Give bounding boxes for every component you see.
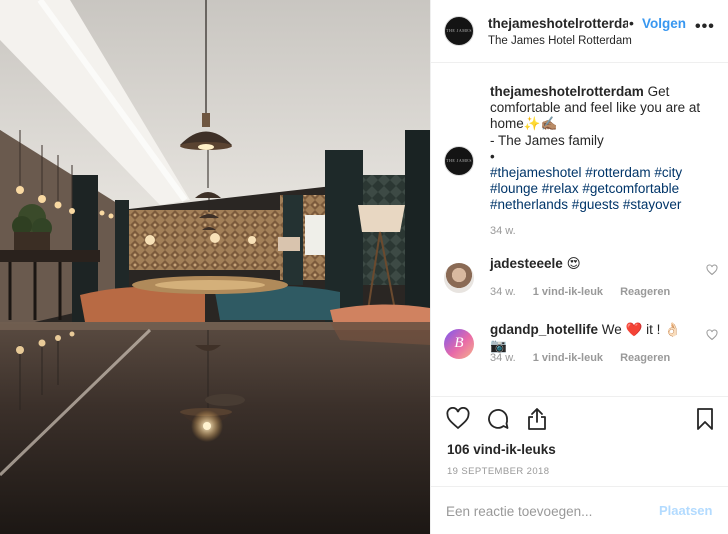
- small-heart-icon[interactable]: [706, 264, 718, 276]
- post-actions: 106 vind-ik-leuks 19 SEPTEMBER 2018: [431, 396, 728, 486]
- comment-time[interactable]: 34 w.: [490, 352, 516, 364]
- comment: gdandp_hotellife We ❤️ it ! 👌🏻📷: [490, 322, 690, 354]
- comment-likes[interactable]: 1 vind-ik-leuk: [533, 352, 603, 364]
- small-heart-icon[interactable]: [706, 329, 718, 341]
- more-options-button[interactable]: •••: [695, 18, 715, 36]
- share-icon[interactable]: [525, 407, 549, 431]
- comment: jadesteeele 😍: [490, 256, 690, 272]
- caption-avatar[interactable]: THE JAMES: [444, 146, 474, 176]
- caption-timestamp[interactable]: 34 w.: [490, 225, 516, 237]
- post-date[interactable]: 19 SEPTEMBER 2018: [447, 466, 549, 477]
- add-comment-bar: Plaatsen: [431, 486, 728, 534]
- comment-time[interactable]: 34 w.: [490, 286, 516, 298]
- restaurant-interior-image: [0, 0, 430, 534]
- reply-button[interactable]: Reageren: [620, 286, 670, 298]
- comment-input[interactable]: [446, 501, 646, 521]
- commenter-username[interactable]: gdandp_hotellife: [490, 322, 598, 337]
- account-username[interactable]: thejameshotelrotterdam: [488, 16, 628, 31]
- instagram-post: THE JAMES thejameshotelrotterdam • Volge…: [0, 0, 728, 534]
- caption-bullet: •: [490, 148, 495, 164]
- post-side-panel: THE JAMES thejameshotelrotterdam • Volge…: [430, 0, 728, 534]
- post-header: THE JAMES thejameshotelrotterdam • Volge…: [431, 0, 728, 63]
- caption-signature: - The James family: [490, 132, 604, 148]
- avatar-logo-text: THE JAMES: [446, 158, 472, 163]
- follow-button[interactable]: Volgen: [642, 16, 686, 31]
- comment-text: 😍: [566, 256, 581, 271]
- commenter-avatar[interactable]: B: [444, 329, 474, 359]
- separator-dot: •: [629, 15, 634, 31]
- location-link[interactable]: The James Hotel Rotterdam: [488, 35, 632, 47]
- caption-hashtags[interactable]: #thejameshotel #rotterdam #city #lounge …: [490, 165, 682, 212]
- bookmark-icon[interactable]: [693, 407, 717, 431]
- comments-list[interactable]: THE JAMES thejameshotelrotterdam Get com…: [431, 64, 728, 396]
- commenter-username[interactable]: jadesteeele: [490, 256, 563, 271]
- post-comment-button[interactable]: Plaatsen: [659, 503, 712, 518]
- caption-username[interactable]: thejameshotelrotterdam: [490, 84, 644, 99]
- comment-meta: 34 w. 1 vind-ik-leuk Reageren: [490, 352, 684, 364]
- comment-icon[interactable]: [486, 407, 510, 431]
- comment-likes[interactable]: 1 vind-ik-leuk: [533, 286, 603, 298]
- post-photo[interactable]: [0, 0, 430, 534]
- comment-meta: 34 w. 1 vind-ik-leuk Reageren: [490, 286, 684, 298]
- avatar-logo-text: THE JAMES: [446, 28, 472, 33]
- reply-button[interactable]: Reageren: [620, 352, 670, 364]
- likes-count[interactable]: 106 vind-ik-leuks: [447, 442, 556, 457]
- heart-outline-icon[interactable]: [446, 407, 470, 431]
- avatar-letter: B: [454, 335, 464, 351]
- post-caption: thejameshotelrotterdam Get comfortable a…: [490, 84, 720, 214]
- commenter-avatar[interactable]: [444, 263, 474, 293]
- account-avatar[interactable]: THE JAMES: [444, 16, 474, 46]
